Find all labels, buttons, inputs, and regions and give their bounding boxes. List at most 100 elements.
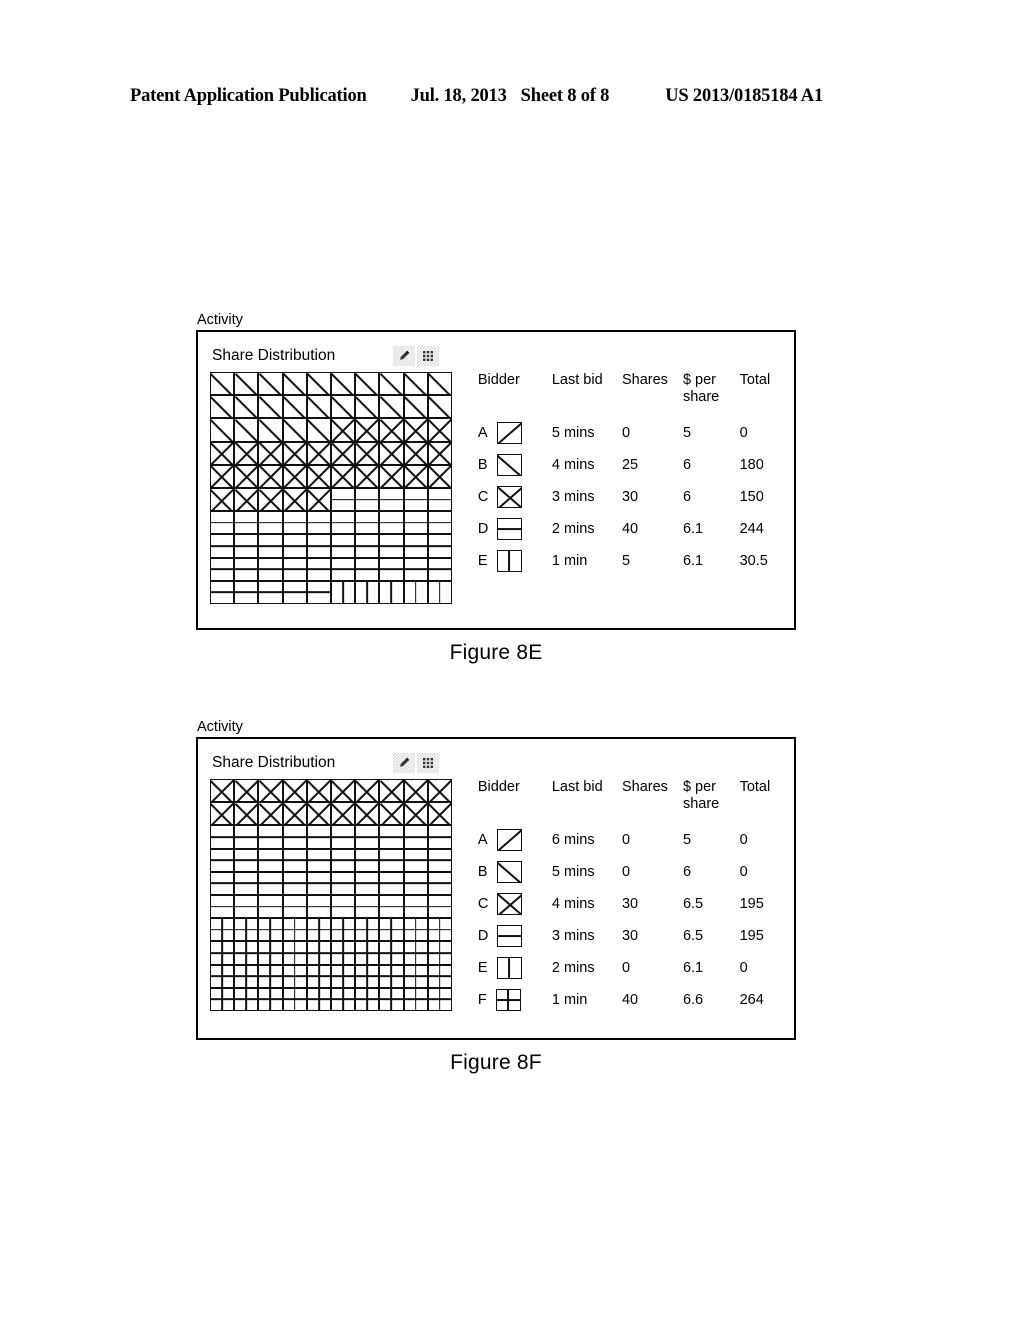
share-cell [258, 848, 283, 872]
grid-dots-icon[interactable] [417, 346, 440, 366]
share-cell [234, 779, 259, 803]
bidder-cell: B [478, 454, 552, 476]
grid-dots-icon[interactable] [417, 753, 440, 773]
share-cell [282, 941, 307, 965]
header-total: Total [739, 779, 771, 795]
share-cell [403, 487, 428, 512]
cell-last-bid: 1 min [551, 991, 588, 1008]
share-cell [306, 779, 331, 803]
share-cell [355, 964, 380, 988]
share-cell [427, 418, 452, 442]
share-cell [258, 487, 283, 512]
cell-price-per-share: 6 [682, 863, 692, 880]
ink-dropper-icon[interactable] [393, 753, 416, 773]
share-cell [234, 871, 259, 895]
share-cell [355, 372, 380, 396]
cell-last-bid: 2 mins [551, 959, 595, 976]
share-cell [427, 580, 452, 604]
share-cell [427, 464, 452, 488]
share-cell [282, 395, 307, 419]
share-cell [282, 802, 307, 826]
share-cell [282, 372, 307, 396]
bidder-label: C [477, 895, 489, 912]
cell-bidder: E [478, 957, 552, 989]
share-cell [330, 441, 356, 465]
share-cell [258, 580, 283, 604]
share-cell [427, 441, 452, 465]
share-cell [234, 580, 259, 604]
share-cell [306, 987, 331, 1011]
panel-toolbar [391, 751, 441, 775]
share-cell [379, 802, 404, 826]
share-cell [330, 395, 356, 419]
share-cell [234, 441, 259, 465]
share-cell [282, 848, 307, 872]
share-cell [282, 779, 307, 803]
cell-shares: 0 [621, 831, 631, 848]
share-cell [258, 418, 283, 442]
share-cell [210, 372, 235, 396]
figure-8e: Activity Share Distribution Bidder Last … [196, 312, 796, 665]
cell-price-per-share: 6.1 [682, 959, 704, 976]
share-cell [234, 372, 259, 396]
cell-last-bid: 1 min [551, 552, 588, 569]
share-cell [234, 418, 259, 442]
cell-bidder: D [478, 518, 552, 550]
share-cell [258, 779, 283, 803]
share-cell [427, 372, 452, 396]
bidder-cell: C [478, 893, 552, 915]
share-cell [234, 987, 259, 1011]
bid-table-body: A 5 mins 0 5 0 B 4 mins 25 6 180 C 3 mins 30 6 150 D 2 m… [478, 422, 794, 582]
patent-number: US 2013/0185184 A1 [665, 86, 823, 106]
table-row: E 2 mins 0 6.1 0 [478, 957, 794, 989]
share-cell [210, 511, 235, 535]
cell-last-bid: 3 mins [551, 488, 595, 505]
share-cell [258, 825, 283, 849]
table-row: D 2 mins 40 6.1 244 [478, 518, 794, 550]
table-row: A 5 mins 0 5 0 [478, 422, 794, 454]
ink-dropper-icon[interactable] [393, 346, 416, 366]
cell-bidder: C [478, 893, 552, 925]
cell-price-per-share: 6.5 [682, 895, 704, 912]
share-cell [258, 441, 283, 465]
share-cell [379, 964, 404, 988]
share-cell [355, 557, 380, 581]
bidder-pattern-swatch [495, 989, 521, 1011]
share-cell [282, 987, 307, 1011]
share-cell [379, 557, 404, 581]
table-row: C 3 mins 30 6 150 [478, 486, 794, 518]
share-cell [282, 511, 307, 535]
share-cell [258, 511, 283, 535]
bidder-cell: E [478, 550, 552, 572]
share-cell [234, 825, 259, 849]
share-cell [306, 941, 331, 965]
share-cell [258, 534, 283, 558]
share-cell [379, 511, 404, 535]
share-cell [427, 918, 452, 942]
header-price-per-share: $ per share [683, 372, 740, 422]
figure-caption: Figure 8E [449, 641, 543, 664]
share-cell [427, 779, 452, 803]
share-cell [355, 802, 380, 826]
share-cell [330, 987, 356, 1011]
share-cell [355, 487, 380, 512]
table-row: E 1 min 5 6.1 30.5 [478, 550, 794, 582]
table-row: B 4 mins 25 6 180 [478, 454, 794, 486]
header-bidder: Bidder [477, 779, 520, 795]
share-cell [330, 825, 356, 849]
bidder-cell: C [478, 486, 552, 508]
share-cell [234, 964, 259, 988]
header-total: Total [739, 372, 771, 388]
bidder-cell: E [478, 957, 552, 979]
share-cell [403, 395, 428, 419]
share-cell [330, 418, 356, 442]
share-cell [306, 441, 331, 465]
share-cell [210, 825, 235, 849]
share-cell [403, 848, 428, 872]
share-cell [306, 580, 331, 604]
share-cell [234, 534, 259, 558]
cell-total: 0 [739, 863, 748, 880]
share-cell [403, 871, 428, 895]
share-cell [306, 511, 331, 535]
share-cell [427, 395, 452, 419]
